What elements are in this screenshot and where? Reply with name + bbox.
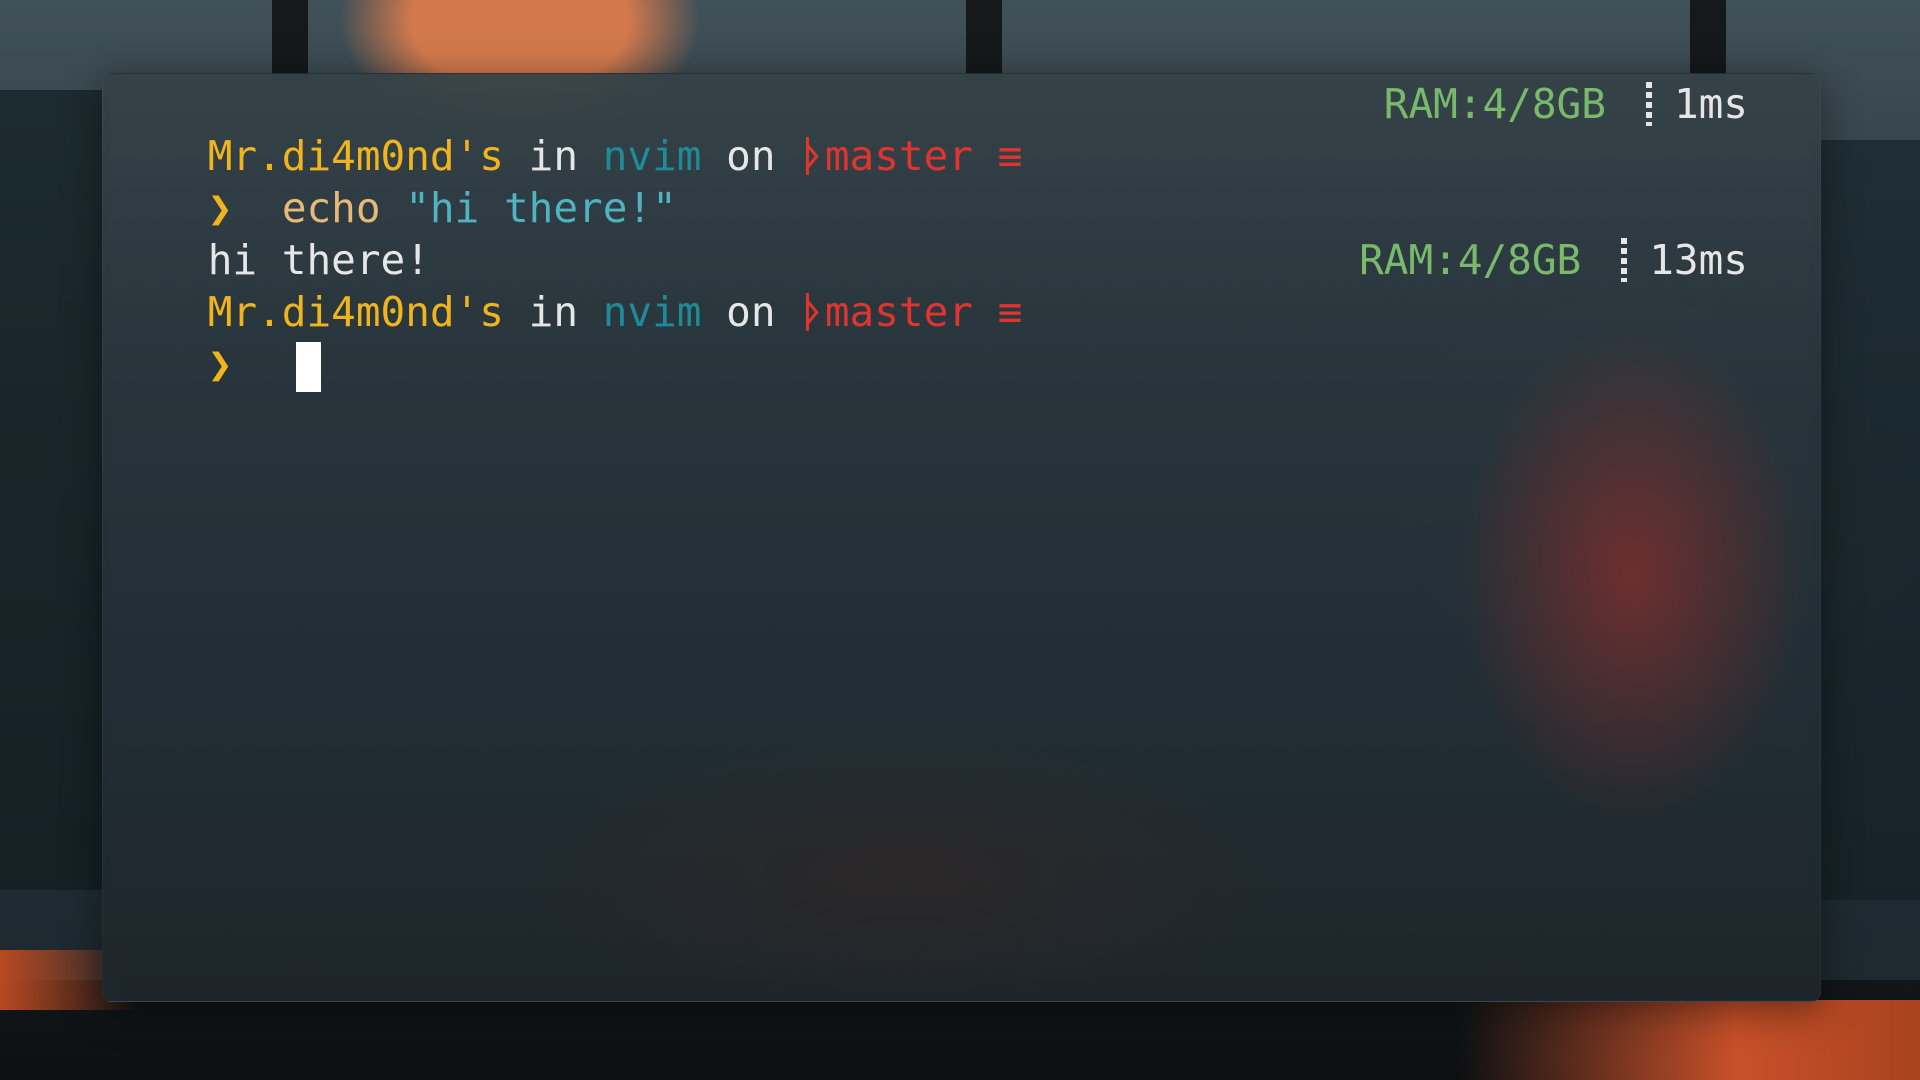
wallpaper-dock-accent-right: [1460, 1000, 1920, 1080]
ram-indicator: RAM:4/8GB: [1359, 236, 1582, 284]
terminal-window[interactable]: Mr.di4m0nd's in nvim on ᚦmaster ≡ RAM:4/…: [102, 73, 1821, 1002]
command-duration: 13ms: [1649, 236, 1748, 284]
separator-icon: [1645, 82, 1652, 126]
command-output: hi there!: [109, 182, 1820, 284]
prompt-line: Mr.di4m0nd's in nvim on ᚦmaster ≡ RAM:4/…: [109, 234, 1820, 336]
prompt-right-segment: RAM:4/8GB 13ms: [1359, 234, 1748, 286]
wallpaper-trees-right: [1810, 140, 1920, 900]
input-line[interactable]: ❯: [109, 286, 1820, 392]
separator-icon: [1621, 238, 1628, 282]
wallpaper-trees-left: [0, 90, 110, 890]
wallpaper-pole: [272, 0, 308, 80]
ram-indicator: RAM:4/8GB: [1383, 80, 1606, 128]
command-line: ❯ echo "hi there!": [109, 130, 1820, 232]
prompt-arrow-icon: ❯: [207, 340, 233, 388]
prompt-line: Mr.di4m0nd's in nvim on ᚦmaster ≡ RAM:4/…: [109, 78, 1820, 180]
wallpaper-pole: [1690, 0, 1726, 80]
prompt-right-segment: RAM:4/8GB 1ms: [1384, 78, 1748, 130]
command-duration: 1ms: [1673, 80, 1748, 128]
wallpaper-pole: [966, 0, 1002, 80]
text-cursor[interactable]: [295, 342, 321, 392]
